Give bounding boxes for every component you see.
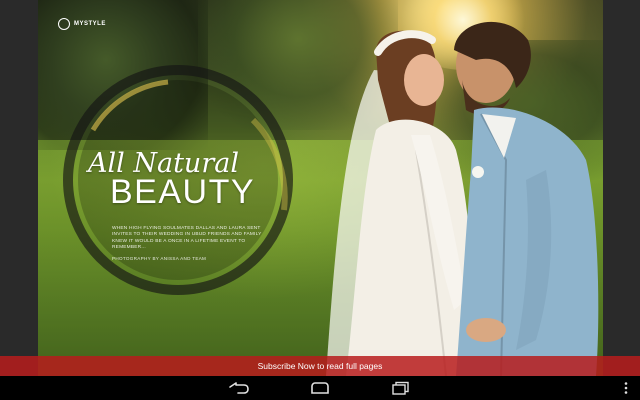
- recent-apps-icon: [392, 381, 409, 395]
- recent-apps-button[interactable]: [387, 380, 415, 396]
- subscribe-label: Subscribe Now to read full pages: [257, 361, 383, 371]
- couple-photo: [326, 21, 599, 376]
- home-button[interactable]: [306, 380, 334, 396]
- intro-text: WHEN HIGH FLYING SOULMATES DALLAS AND LA…: [112, 226, 262, 251]
- magazine-page[interactable]: MYSTYLE All Natural BEAUTY WHEN HIGH FLY…: [38, 0, 603, 376]
- home-icon: [311, 382, 329, 394]
- headline-block: All Natural BEAUTY: [88, 150, 256, 211]
- back-icon: [229, 382, 249, 394]
- brand-name: MYSTYLE: [74, 21, 106, 27]
- subscribe-banner[interactable]: Subscribe Now to read full pages: [0, 356, 640, 376]
- menu-icon: [624, 382, 628, 394]
- system-navigation-bar: [0, 376, 640, 400]
- headline-main: BEAUTY: [110, 173, 256, 211]
- brand-mark-icon: [58, 18, 70, 30]
- back-button[interactable]: [225, 380, 253, 396]
- brand-logo: MYSTYLE: [58, 18, 106, 30]
- overflow-menu-button[interactable]: [612, 380, 640, 396]
- photo-credit: PHOTOGRAPHY BY ANISSA AND TEAM: [112, 256, 207, 261]
